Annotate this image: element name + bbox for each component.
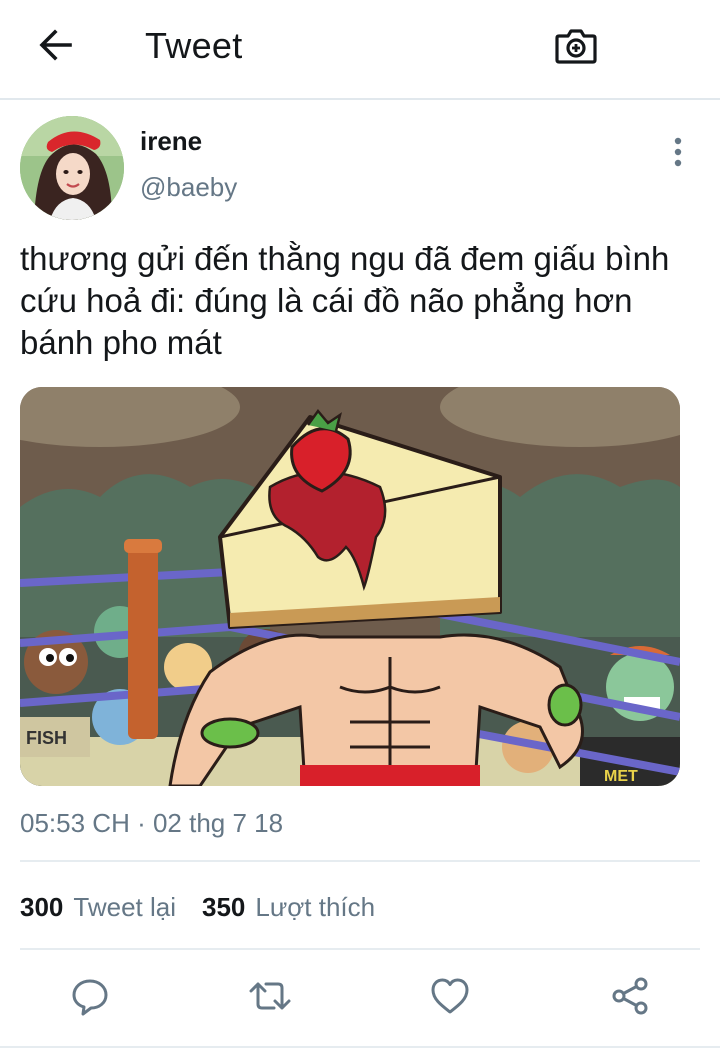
divider — [20, 948, 700, 950]
author-handle[interactable]: @baeby — [140, 172, 237, 203]
avatar-image — [20, 116, 124, 220]
share-icon — [612, 977, 648, 1015]
author-display-name[interactable]: irene — [140, 126, 202, 157]
share-button[interactable] — [608, 974, 652, 1018]
sign-text: FISH — [26, 728, 67, 748]
more-options-button[interactable] — [660, 132, 696, 172]
reply-button[interactable] — [68, 974, 112, 1018]
retweet-button[interactable] — [248, 974, 292, 1018]
cheesecake-boxer-cartoon: MET FISH — [20, 387, 680, 786]
tweet-timestamp: 05:53 CH · 02 thg 7 18 — [20, 808, 284, 838]
arrow-left-icon — [39, 29, 72, 61]
top-app-bar: Tweet — [0, 0, 720, 100]
back-button[interactable] — [30, 22, 82, 68]
tweet-media-image[interactable]: MET FISH — [20, 387, 680, 786]
retweet-icon — [249, 982, 291, 1010]
divider — [20, 860, 700, 862]
retweets-label[interactable]: Tweet lại — [73, 892, 176, 923]
tweet-stats: 300 Tweet lại 350 Lượt thích — [20, 892, 401, 923]
camera-plus-icon — [555, 29, 597, 64]
shirt-text: MET — [604, 768, 638, 785]
retweets-count[interactable]: 300 — [20, 892, 63, 923]
like-button[interactable] — [428, 974, 472, 1018]
divider — [0, 1046, 720, 1048]
tweet-text: thương gửi đến thằng ngu đã đem giấu bìn… — [20, 240, 670, 361]
page-title: Tweet — [145, 25, 243, 66]
reply-icon — [72, 979, 108, 1016]
avatar[interactable] — [20, 116, 124, 220]
like-icon — [431, 978, 469, 1014]
likes-count[interactable]: 350 — [202, 892, 245, 923]
more-vertical-icon — [674, 137, 682, 167]
camera-button[interactable] — [552, 24, 600, 68]
likes-label[interactable]: Lượt thích — [255, 892, 375, 923]
